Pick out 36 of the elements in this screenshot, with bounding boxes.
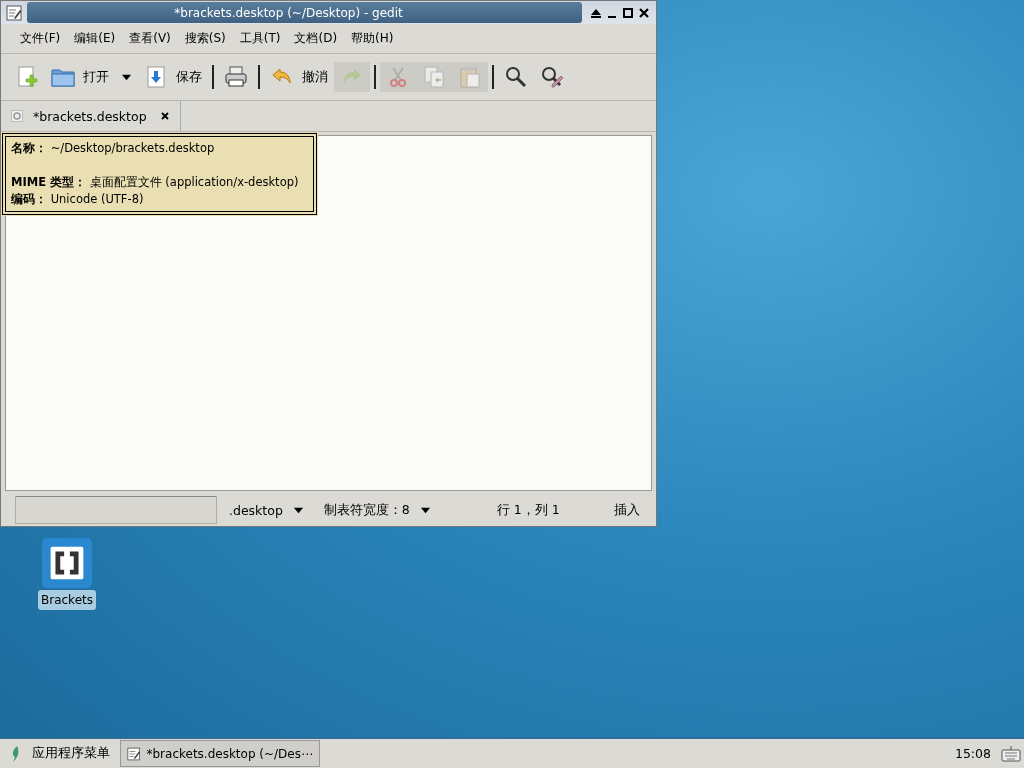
text-editor-icon bbox=[127, 746, 141, 761]
open-button[interactable]: 打开 bbox=[45, 62, 115, 92]
desktop-icon-label[interactable]: Brackets bbox=[38, 590, 96, 610]
close-icon[interactable] bbox=[638, 6, 650, 19]
copy-pages-icon bbox=[422, 65, 446, 89]
tooltip-line: MIME 类型： 桌面配置文件 (application/x-desktop) bbox=[11, 174, 300, 191]
tooltip-line: 编码： Unicode (UTF-8) bbox=[11, 191, 145, 208]
tab-label: *brackets.desktop bbox=[33, 108, 148, 124]
menu-item[interactable]: 搜索(S) bbox=[177, 30, 233, 47]
tab-width-dropdown[interactable]: 制表符宽度：8 bbox=[313, 501, 441, 519]
maximize-icon[interactable] bbox=[622, 6, 634, 19]
insert-mode: 插入 bbox=[613, 501, 640, 519]
menu-item[interactable]: 工具(T) bbox=[232, 30, 288, 47]
brackets-app-icon[interactable] bbox=[42, 538, 92, 588]
undo-button[interactable]: 撤消 bbox=[264, 62, 334, 92]
search-pencil-icon bbox=[540, 65, 564, 89]
close-icon[interactable] bbox=[160, 111, 170, 121]
clipboard-icon bbox=[458, 65, 482, 89]
menu-item[interactable]: 查看(V) bbox=[122, 30, 178, 47]
menu-item[interactable]: 编辑(E) bbox=[67, 30, 123, 47]
cursor-position: 行 1，列 1 bbox=[496, 501, 560, 519]
gear-icon bbox=[11, 110, 23, 122]
taskbar-window-button[interactable]: *brackets.desktop (~/Des⋯ bbox=[120, 740, 320, 767]
search-icon bbox=[504, 65, 528, 89]
menu-item[interactable]: 文档(D) bbox=[287, 30, 345, 47]
window-title: *brackets.desktop (~/Desktop) - gedit bbox=[173, 5, 404, 20]
text-editor-icon bbox=[6, 4, 22, 21]
printer-icon bbox=[224, 65, 248, 89]
menu-item[interactable]: 帮助(H) bbox=[344, 30, 401, 47]
clock: 15:08 bbox=[954, 746, 991, 761]
tooltip-line: 名称： ~/Desktop/brackets.desktop bbox=[11, 140, 216, 157]
language-dropdown[interactable]: .desktop bbox=[219, 502, 314, 518]
save-button[interactable]: 保存 bbox=[138, 62, 208, 92]
new-document-icon bbox=[15, 65, 39, 89]
menu-item[interactable]: 文件(F) bbox=[13, 30, 68, 47]
applications-menu-button[interactable]: 应用程序菜单 bbox=[0, 744, 120, 763]
